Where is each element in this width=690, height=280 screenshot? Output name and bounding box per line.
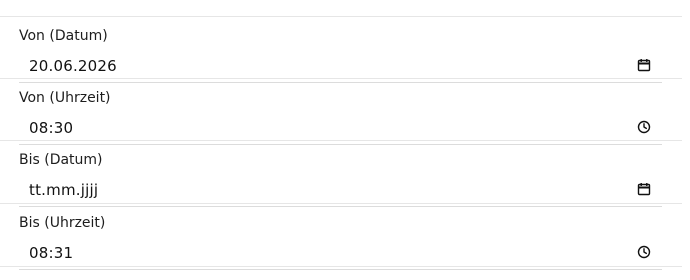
from-date-value: 20.06.2026: [29, 57, 117, 75]
clock-icon[interactable]: [636, 119, 652, 135]
calendar-icon[interactable]: [636, 181, 652, 197]
from-date-label: Von (Datum): [19, 28, 108, 44]
calendar-icon[interactable]: [636, 57, 652, 73]
top-divider: [0, 16, 682, 17]
clock-icon[interactable]: [636, 244, 652, 260]
from-time-value: 08:30: [29, 119, 74, 137]
bottom-divider: [0, 266, 682, 267]
to-date-value: tt.mm.jjjj: [29, 181, 99, 199]
to-date-label: Bis (Datum): [19, 152, 103, 168]
to-time-field: Bis (Uhrzeit) 08:31: [19, 214, 662, 270]
from-time-field: Von (Uhrzeit) 08:30: [19, 89, 662, 145]
to-date-field: Bis (Datum) tt.mm.jjjj: [19, 151, 662, 207]
from-time-label: Von (Uhrzeit): [19, 90, 111, 106]
from-date-field: Von (Datum) 20.06.2026: [19, 27, 662, 83]
date-time-form: Von (Datum) 20.06.2026 Von (Uhrzeit) 08:…: [0, 0, 690, 280]
to-time-label: Bis (Uhrzeit): [19, 215, 106, 231]
divider-3: [0, 203, 682, 204]
to-time-value: 08:31: [29, 244, 74, 262]
divider-1: [0, 78, 682, 79]
divider-2: [0, 140, 682, 141]
